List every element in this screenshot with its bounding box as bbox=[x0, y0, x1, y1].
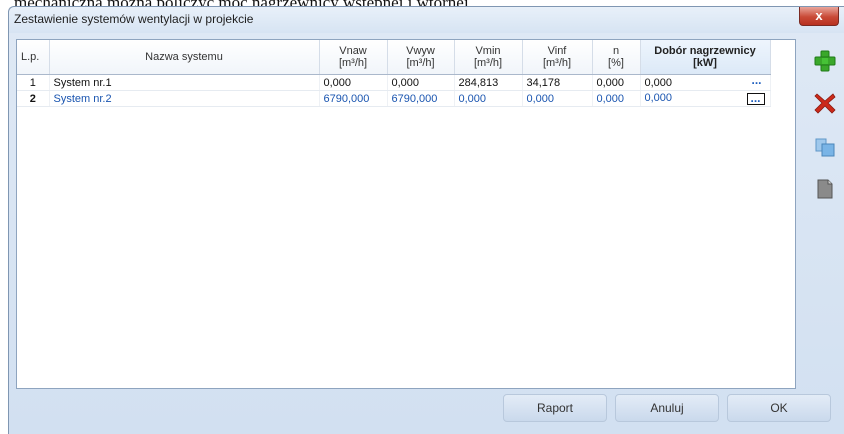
column-header-vnaw[interactable]: Vnaw [m³/h] bbox=[319, 40, 388, 75]
add-system-button[interactable] bbox=[813, 49, 837, 73]
close-button[interactable]: x bbox=[799, 7, 839, 26]
table-row[interactable]: 1 System nr.1 0,000 0,000 284,813 34,178… bbox=[17, 74, 771, 91]
cell-dobor: 0,000 ... bbox=[640, 90, 771, 107]
cell-dobor: 0,000 ... bbox=[640, 74, 771, 91]
column-header-vnaw-unit: [m³/h] bbox=[338, 57, 368, 69]
table-row-selected[interactable]: 2 System nr.2 6790,000 6790,000 0,000 0,… bbox=[17, 90, 771, 107]
column-header-dobor[interactable]: Dobór nagrzewnicy [kW] bbox=[640, 40, 771, 75]
raport-button[interactable]: Raport bbox=[503, 394, 607, 422]
title-bar: Zestawienie systemów wentylacji w projek… bbox=[9, 7, 844, 33]
column-header-dobor-label: Dobór nagrzewnicy bbox=[654, 45, 756, 57]
cell-vinf: 0,000 bbox=[522, 90, 593, 107]
paste-icon bbox=[817, 179, 833, 199]
cell-vmin: 0,000 bbox=[454, 90, 523, 107]
column-header-vmin[interactable]: Vmin [m³/h] bbox=[454, 40, 523, 75]
column-header-n-label: n bbox=[612, 45, 620, 57]
cell-n: 0,000 bbox=[592, 74, 641, 91]
delete-system-button[interactable] bbox=[813, 91, 837, 115]
ok-button[interactable]: OK bbox=[727, 394, 831, 422]
column-header-vnaw-label: Vnaw bbox=[339, 45, 367, 57]
copy-system-button[interactable] bbox=[813, 135, 837, 159]
close-icon: x bbox=[815, 8, 823, 23]
cell-lp: 2 bbox=[17, 90, 50, 107]
more-options-button[interactable]: ... bbox=[746, 92, 765, 105]
column-header-vmin-unit: [m³/h] bbox=[473, 57, 503, 69]
delete-x-icon bbox=[814, 93, 836, 114]
cell-lp: 1 bbox=[17, 74, 50, 91]
column-header-n-unit: [%] bbox=[608, 57, 624, 69]
cell-dobor-value: 0,000 bbox=[644, 76, 673, 89]
column-header-lp[interactable]: L.p. bbox=[17, 40, 50, 75]
cell-dobor-value: 0,000 bbox=[644, 92, 673, 104]
cancel-button[interactable]: Anuluj bbox=[615, 394, 719, 422]
column-header-vinf-unit: [m³/h] bbox=[542, 57, 572, 69]
systems-table: L.p. Nazwa systemu Vnaw [m³/h] Vwyw [m³/… bbox=[17, 40, 771, 107]
column-header-n[interactable]: n [%] bbox=[592, 40, 641, 75]
column-header-vinf[interactable]: Vinf [m³/h] bbox=[522, 40, 593, 75]
column-header-vinf-label: Vinf bbox=[547, 45, 567, 57]
cell-vwyw: 6790,000 bbox=[387, 90, 455, 107]
cell-vnaw: 6790,000 bbox=[319, 90, 388, 107]
dialog-window: Zestawienie systemów wentylacji w projek… bbox=[8, 6, 844, 434]
cell-n: 0,000 bbox=[592, 90, 641, 107]
cell-nazwa[interactable]: System nr.2 bbox=[49, 90, 320, 107]
plus-icon bbox=[814, 50, 836, 72]
column-header-vwyw-label: Vwyw bbox=[406, 45, 435, 57]
cell-nazwa[interactable]: System nr.1 bbox=[49, 74, 320, 91]
cell-vwyw: 0,000 bbox=[387, 74, 455, 91]
table-header-row: L.p. Nazwa systemu Vnaw [m³/h] Vwyw [m³/… bbox=[17, 40, 771, 75]
column-header-nazwa[interactable]: Nazwa systemu bbox=[49, 40, 320, 75]
column-header-dobor-unit: [kW] bbox=[693, 57, 717, 69]
paste-system-button[interactable] bbox=[813, 177, 837, 201]
systems-table-panel: L.p. Nazwa systemu Vnaw [m³/h] Vwyw [m³/… bbox=[16, 39, 796, 389]
cell-vinf: 34,178 bbox=[522, 74, 593, 91]
column-header-vwyw[interactable]: Vwyw [m³/h] bbox=[387, 40, 455, 75]
column-header-vmin-label: Vmin bbox=[475, 45, 501, 57]
cell-vmin: 284,813 bbox=[454, 74, 523, 91]
dialog-title: Zestawienie systemów wentylacji w projek… bbox=[14, 12, 254, 26]
copy-icon bbox=[815, 138, 835, 157]
more-options-button[interactable]: ... bbox=[749, 74, 765, 89]
column-header-vwyw-unit: [m³/h] bbox=[406, 57, 435, 69]
cell-vnaw: 0,000 bbox=[319, 74, 388, 91]
